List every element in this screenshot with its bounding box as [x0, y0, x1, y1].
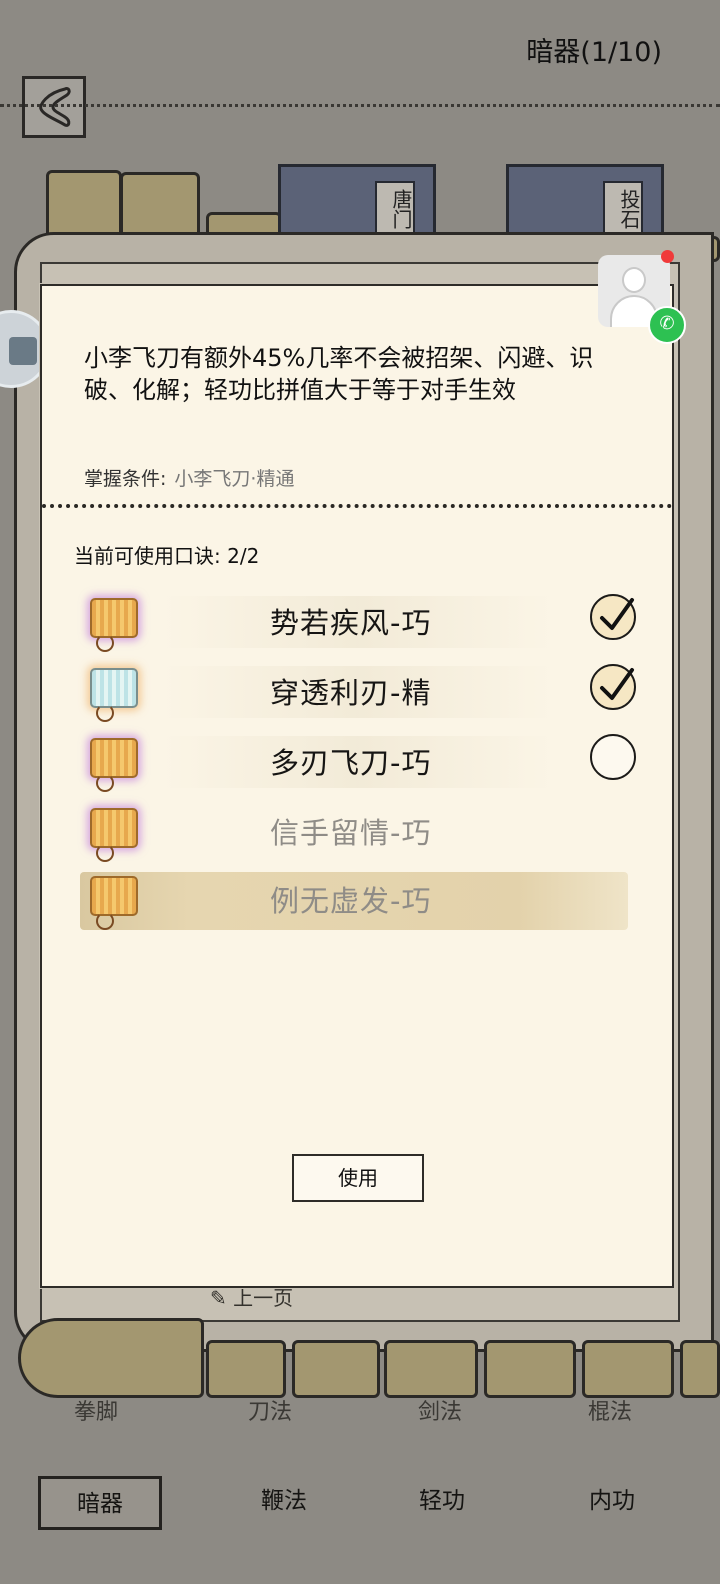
count-label: 当前可使用口诀:: [74, 544, 221, 568]
mantra-label-disabled: 信手留情-巧: [270, 816, 432, 850]
gold-scroll-icon: [90, 876, 138, 930]
checkbox-unchecked[interactable]: [590, 734, 636, 780]
gold-scroll-icon: [90, 808, 138, 862]
tab-ghost-gunfa[interactable]: 棍法: [588, 1394, 632, 1426]
mantra-count: 当前可使用口诀: 2/2: [74, 540, 259, 569]
roll-bottom-2: [292, 1340, 380, 1398]
roll-bottom-4: [484, 1340, 576, 1398]
book-tag-toushi: 投石: [603, 181, 643, 237]
scroll-string: [96, 774, 114, 792]
back-arrow-icon: [39, 87, 71, 127]
tab-anqi[interactable]: 暗器: [38, 1476, 162, 1530]
page-title: 暗器(1/10): [526, 37, 662, 68]
roll-bottom-3: [384, 1340, 478, 1398]
roll-bottom-6: [680, 1340, 720, 1398]
scroll-string: [96, 634, 114, 652]
avatar-head: [622, 267, 646, 293]
checkmark-icon: [600, 598, 634, 630]
back-button[interactable]: [22, 76, 86, 138]
roll-bottom-5: [582, 1340, 674, 1398]
blue-scroll-icon: [90, 668, 138, 722]
skill-description: 小李飞刀有额外45%几率不会被招架、闪避、识破、化解；轻功比拼值大于等于对手生效: [84, 344, 594, 404]
checkbox-checked[interactable]: [590, 664, 636, 710]
mantra-label-disabled: 例无虚发-巧: [270, 884, 432, 918]
use-button[interactable]: 使用: [292, 1154, 424, 1202]
mantra-item-4[interactable]: 信手留情-巧: [80, 802, 640, 864]
tab-ghost-daofa[interactable]: 刀法: [248, 1394, 292, 1426]
assist-icon: [9, 337, 37, 365]
prev-page-label: 上一页: [233, 1286, 294, 1310]
tab-ghost-jianfa[interactable]: 剑法: [418, 1394, 462, 1426]
checkbox-checked[interactable]: [590, 594, 636, 640]
page-turn-icon: ✎: [210, 1286, 234, 1310]
mantra-item-1[interactable]: 势若疾风-巧: [80, 592, 640, 654]
mantra-item-2[interactable]: 穿透利刃-精: [80, 662, 640, 724]
section-divider: [42, 504, 672, 508]
tab-qinggong[interactable]: 轻功: [380, 1476, 504, 1530]
mastery-label: 掌握条件:: [84, 468, 167, 490]
count-value: 2/2: [227, 544, 260, 568]
tab-ghost-quanjiao[interactable]: 拳脚: [74, 1394, 118, 1426]
scroll-string: [96, 844, 114, 862]
tab-neigong[interactable]: 内功: [550, 1476, 674, 1530]
mantra-label: 穿透利刃-精: [270, 676, 432, 710]
mantra-popup: 小李飞刀有额外45%几率不会被招架、闪避、识破、化解；轻功比拼值大于等于对手生效…: [40, 284, 674, 1288]
mastery-condition: 掌握条件: 小李飞刀·精通: [84, 464, 294, 491]
roll-bottom-left: [18, 1318, 204, 1398]
tab-bianfa[interactable]: 鞭法: [222, 1476, 346, 1530]
mastery-value: 小李飞刀·精通: [174, 468, 295, 490]
wechat-icon[interactable]: ✆: [648, 306, 686, 344]
header-divider: [0, 104, 720, 107]
checkmark-icon: [600, 668, 634, 700]
scroll-string: [96, 704, 114, 722]
mantra-item-3[interactable]: 多刃飞刀-巧: [80, 732, 640, 794]
roll-bottom-1: [206, 1340, 286, 1398]
gold-scroll-icon: [90, 598, 138, 652]
mantra-label: 势若疾风-巧: [270, 606, 432, 640]
mantra-item-5[interactable]: 例无虚发-巧: [80, 866, 640, 930]
mantra-label: 多刃飞刀-巧: [270, 746, 432, 780]
scroll-string: [96, 912, 114, 930]
roll-top-left: [46, 170, 122, 240]
gold-scroll-icon: [90, 738, 138, 792]
book-tag-tangmen: 唐门: [375, 181, 415, 237]
notification-dot: [661, 250, 674, 263]
